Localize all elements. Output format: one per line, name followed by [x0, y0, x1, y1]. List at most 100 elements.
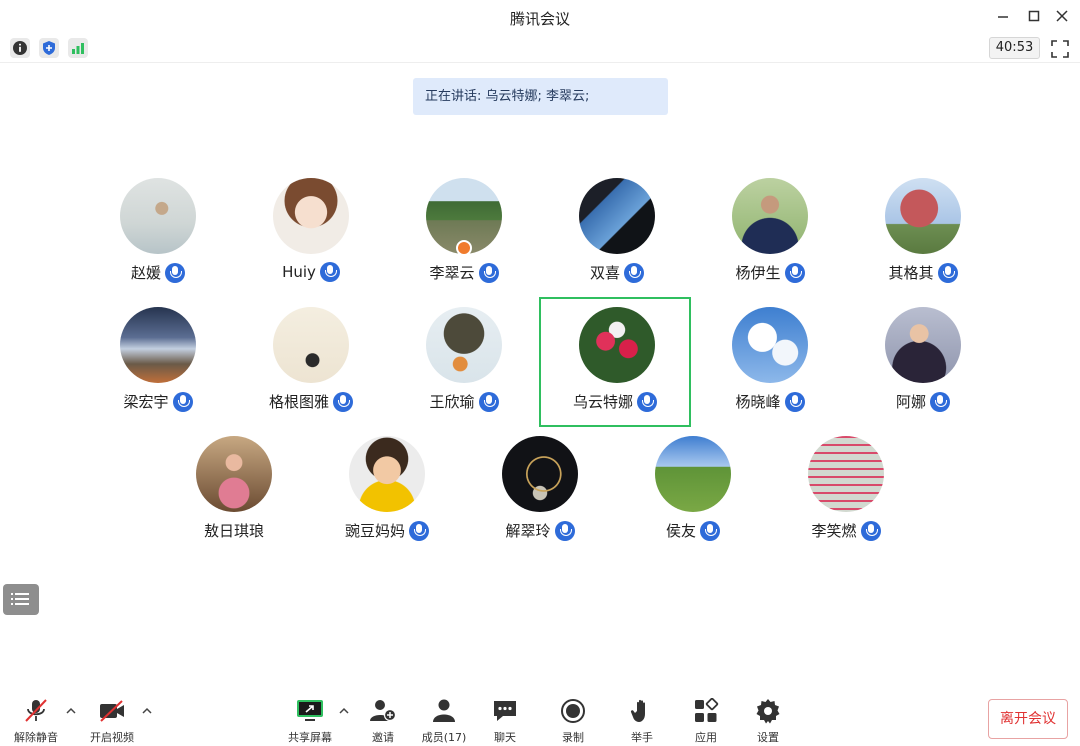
participant-tile[interactable]: 其格其 [847, 170, 999, 300]
avatar [426, 307, 502, 383]
participant-name: 梁宏宇 [123, 393, 169, 411]
participant-name: 其格其 [888, 264, 934, 282]
mic-icon [333, 391, 353, 412]
share-screen-button[interactable]: 共享屏幕 [280, 698, 340, 745]
mic-icon [937, 262, 958, 283]
camera-off-icon [100, 700, 124, 722]
meeting-info-button[interactable] [10, 38, 30, 58]
avatar [732, 307, 808, 383]
participant-name: 解翠玲 [505, 522, 551, 540]
participant-tile[interactable]: 阿娜 [847, 299, 999, 429]
participant-name-line: Huiy [235, 262, 387, 282]
participant-tile[interactable]: 敖日琪琅 [158, 428, 310, 558]
mic-icon [784, 262, 805, 283]
participant-name: 杨伊生 [735, 264, 781, 282]
meeting-toolbar: 解除静音 开启视频 共享屏幕 邀请 成员(17) 聊天 录制 举手 应用 设置 [0, 690, 1080, 746]
start-video-label: 开启视频 [90, 731, 134, 744]
apps-button[interactable]: 应用 [676, 698, 736, 745]
participant-list-toggle[interactable] [3, 584, 39, 615]
avatar [579, 307, 655, 383]
security-button[interactable] [39, 38, 59, 58]
participant-name-line: 其格其 [847, 262, 999, 283]
participant-name: 乌云特娜 [572, 393, 633, 411]
settings-button[interactable]: 设置 [738, 698, 798, 745]
mic-icon [700, 520, 720, 541]
participant-tile[interactable]: 格根图雅 [235, 299, 387, 429]
video-options-caret[interactable] [141, 702, 153, 714]
start-video-button[interactable]: 开启视频 [82, 698, 142, 745]
participant-name: 李翠云 [429, 264, 475, 282]
share-options-caret[interactable] [338, 702, 350, 714]
participant-name-line: 李翠云 [388, 262, 540, 283]
avatar [120, 178, 196, 254]
avatar [655, 436, 731, 512]
close-button[interactable] [1050, 4, 1074, 28]
maximize-button[interactable] [1022, 4, 1046, 28]
avatar [885, 307, 961, 383]
mic-icon [784, 391, 805, 412]
avatar [808, 436, 884, 512]
network-status-button[interactable] [68, 38, 88, 58]
avatar [885, 178, 961, 254]
audio-options-caret[interactable] [65, 702, 77, 714]
unmute-button[interactable]: 解除静音 [6, 698, 66, 745]
record-label: 录制 [562, 731, 584, 744]
mic-icon [409, 520, 429, 541]
signal-icon [72, 43, 84, 54]
chevron-up-icon [142, 707, 152, 714]
mic-muted-icon [25, 699, 47, 722]
participant-name: 杨晓峰 [735, 393, 781, 411]
unmute-label: 解除静音 [14, 731, 58, 744]
avatar [579, 178, 655, 254]
participant-tile[interactable]: 王欣瑜 [388, 299, 540, 429]
participant-name-line: 杨晓峰 [694, 391, 846, 412]
mic-icon [637, 391, 657, 412]
chat-icon [494, 701, 516, 721]
participant-name: Huiy [282, 263, 316, 281]
participant-tile[interactable]: 梁宏宇 [82, 299, 234, 429]
avatar [502, 436, 578, 512]
mic-icon [165, 262, 185, 283]
chat-button[interactable]: 聊天 [475, 698, 535, 745]
participant-tile[interactable]: 李笑燃 [770, 428, 922, 558]
participant-name-line: 侯友 [617, 520, 769, 541]
participant-tile[interactable]: 赵媛 [82, 170, 234, 300]
participant-tile[interactable]: 豌豆妈妈 [311, 428, 463, 558]
raise-hand-button[interactable]: 举手 [612, 698, 672, 745]
apps-label: 应用 [695, 731, 717, 744]
minimize-button[interactable] [991, 4, 1015, 28]
members-button[interactable]: 成员(17) [414, 698, 474, 745]
fullscreen-button[interactable] [1050, 39, 1070, 59]
hand-icon [630, 699, 645, 722]
apps-icon [695, 698, 719, 722]
mic-icon [930, 391, 950, 412]
speaking-indicator: 正在讲话: 乌云特娜; 李翠云; [413, 78, 668, 115]
participant-tile[interactable]: Huiy [235, 170, 387, 300]
maximize-icon [1028, 10, 1040, 22]
participant-name-line: 梁宏宇 [82, 391, 234, 412]
meeting-info-bar: 40:53 [0, 33, 1080, 63]
participant-name-line: 格根图雅 [235, 391, 387, 412]
shield-icon [43, 41, 55, 55]
participant-name-line: 杨伊生 [694, 262, 846, 283]
participant-tile[interactable]: 杨伊生 [694, 170, 846, 300]
participant-tile[interactable]: 乌云特娜 [539, 297, 691, 427]
leave-meeting-button[interactable]: 离开会议 [988, 699, 1068, 739]
participant-name-line: 李笑燃 [770, 520, 922, 541]
participant-tile[interactable]: 解翠玲 [464, 428, 616, 558]
chat-label: 聊天 [494, 731, 516, 744]
record-button[interactable]: 录制 [543, 698, 603, 745]
invite-button[interactable]: 邀请 [353, 698, 413, 745]
mic-icon [172, 391, 193, 412]
participant-tile[interactable]: 双喜 [541, 170, 693, 300]
participant-name-line: 豌豆妈妈 [311, 520, 463, 541]
mic-icon [860, 520, 881, 541]
close-icon [1056, 10, 1068, 22]
participant-tile[interactable]: 侯友 [617, 428, 769, 558]
participant-name-line: 解翠玲 [464, 520, 616, 541]
fullscreen-icon [1051, 40, 1069, 58]
participant-tile[interactable]: 杨晓峰 [694, 299, 846, 429]
participant-name: 王欣瑜 [429, 393, 475, 411]
participant-tile[interactable]: 李翠云 [388, 170, 540, 300]
participant-name: 双喜 [589, 264, 620, 282]
